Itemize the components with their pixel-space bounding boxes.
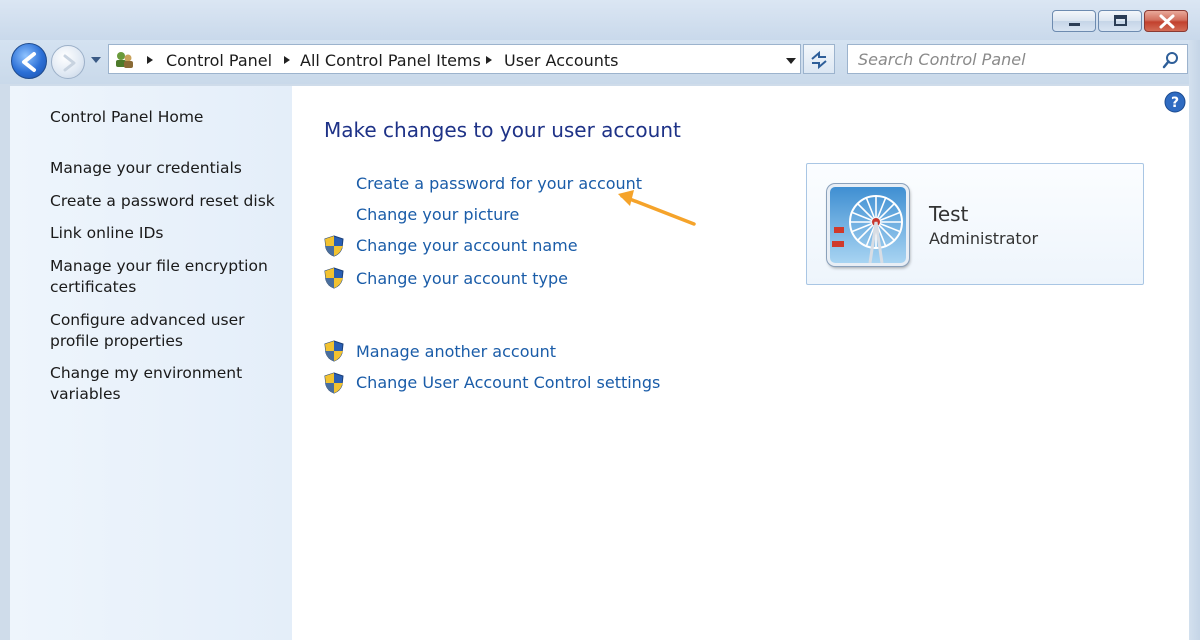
change-account-type-link[interactable]: Change your account type [356,269,568,288]
close-icon [1159,14,1175,29]
forward-button[interactable] [51,45,85,79]
minimize-icon [1069,23,1080,26]
recent-pages-dropdown-icon[interactable] [90,55,102,65]
search-icon[interactable] [1162,51,1180,69]
back-arrow-icon [22,52,36,72]
left-navigation-pane: Control Panel Home Manage your credentia… [10,86,292,640]
breadcrumb-separator-icon [284,56,290,64]
search-box[interactable] [847,44,1188,74]
refresh-icon [811,50,827,70]
uac-shield-icon [324,235,344,257]
sidebar-item-environment-variables[interactable]: Change my environment variables [50,363,285,405]
title-bar [0,0,1200,40]
maximize-button[interactable] [1098,10,1142,32]
uac-shield-icon [324,372,344,394]
user-account-card: Test Administrator [806,163,1144,285]
forward-arrow-icon [63,54,76,72]
breadcrumb-all-items[interactable]: All Control Panel Items [300,51,481,70]
sidebar-item-link-online-ids[interactable]: Link online IDs [50,223,285,244]
uac-settings-link[interactable]: Change User Account Control settings [356,373,660,392]
sidebar-item-file-encryption[interactable]: Manage your file encryption certificates [50,256,285,298]
breadcrumb-control-panel[interactable]: Control Panel [166,51,272,70]
user-role: Administrator [929,229,1039,248]
sidebar-item-password-reset-disk[interactable]: Create a password reset disk [50,191,285,212]
address-bar[interactable]: Control Panel All Control Panel Items Us… [108,44,801,74]
sidebar-item-advanced-profile[interactable]: Configure advanced user profile properti… [50,310,285,352]
manage-another-account-link[interactable]: Manage another account [356,342,556,361]
minimize-button[interactable] [1052,10,1096,32]
page-title: Make changes to your user account [324,118,681,142]
sidebar-item-control-panel-home[interactable]: Control Panel Home [50,107,285,128]
maximize-icon [1114,15,1127,26]
user-name: Test [929,202,969,226]
change-picture-link[interactable]: Change your picture [356,205,519,224]
sidebar-item-manage-credentials[interactable]: Manage your credentials [50,158,285,179]
back-button[interactable] [11,43,47,79]
users-folder-icon [116,52,133,68]
refresh-button[interactable] [803,44,835,74]
search-input[interactable] [848,45,1148,73]
uac-shield-icon [324,340,344,362]
address-dropdown-icon[interactable] [785,56,797,66]
main-content: ? Make changes to your user account Crea… [292,86,1189,640]
change-account-name-link[interactable]: Change your account name [356,236,578,255]
breadcrumb-separator-icon [486,56,492,64]
breadcrumb-user-accounts[interactable]: User Accounts [504,51,619,70]
window-border [1189,40,1200,640]
uac-shield-icon [324,267,344,289]
help-icon[interactable]: ? [1164,91,1186,113]
user-picture[interactable] [827,184,909,266]
annotation-arrow-icon [618,190,696,226]
close-button[interactable] [1144,10,1188,32]
svg-text:?: ? [1171,95,1179,111]
create-password-link[interactable]: Create a password for your account [356,174,642,193]
breadcrumb-separator-icon [147,56,153,64]
ferris-wheel-picture-icon [830,187,906,263]
